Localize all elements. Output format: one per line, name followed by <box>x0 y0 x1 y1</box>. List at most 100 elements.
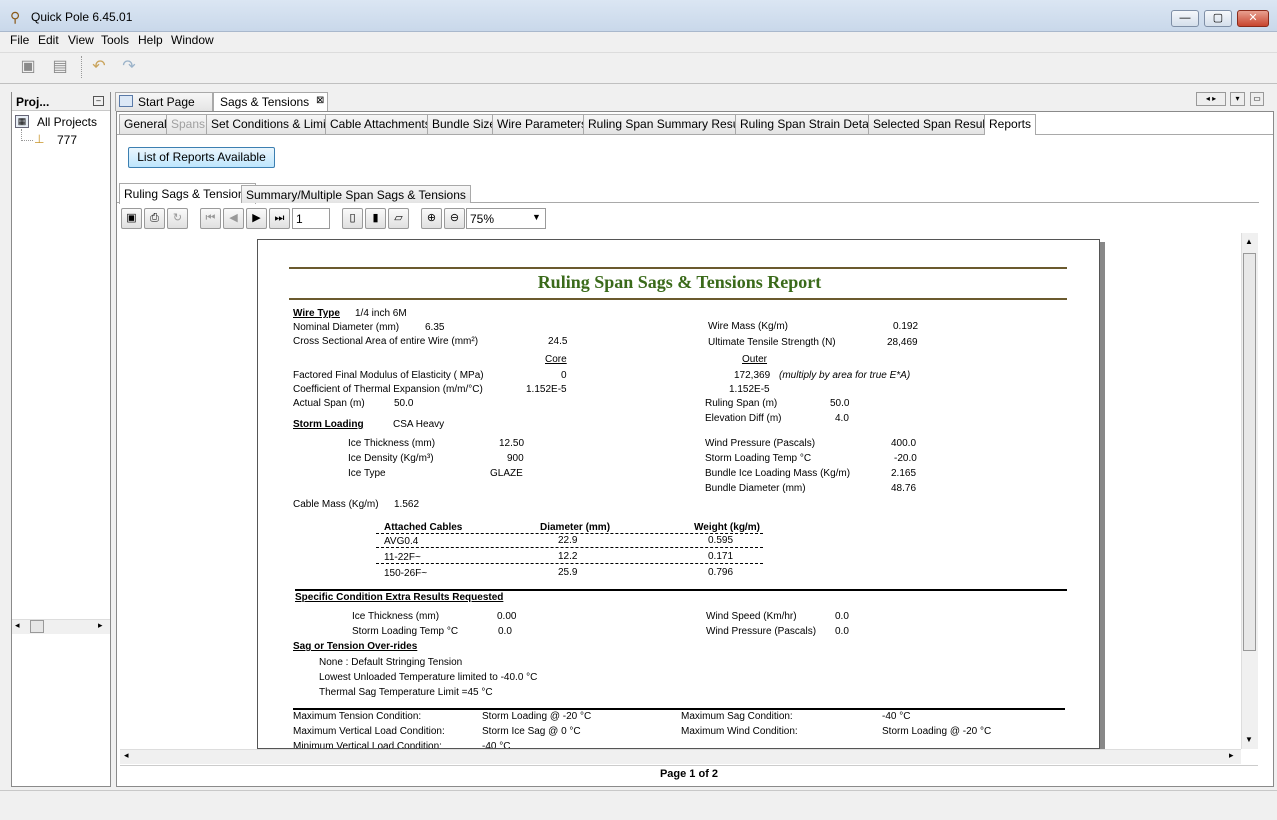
scroll-left-icon[interactable]: ◂ <box>15 620 20 631</box>
outer-heading: Outer <box>742 354 768 365</box>
menu-window[interactable]: Window <box>171 33 214 47</box>
viewer-print-icon[interactable]: ⎙ <box>144 208 165 229</box>
page-status: Page 1 of 2 <box>120 765 1258 783</box>
minimize-panel-icon[interactable]: – <box>93 96 104 106</box>
tab-wire-parameters[interactable]: Wire Parameters <box>492 114 593 134</box>
elevation-label: Elevation Diff (m) <box>705 413 782 424</box>
menu-file[interactable]: File <box>10 33 29 47</box>
cable-weight: 0.595 <box>708 535 734 546</box>
cables-header-name: Attached Cables <box>384 522 463 533</box>
storm-label: Storm Loading <box>293 419 364 430</box>
tab-ruling-span-summary[interactable]: Ruling Span Summary Results <box>583 114 757 134</box>
scroll-right-icon[interactable]: ▸ <box>98 620 103 631</box>
zoom-value: 75% <box>470 212 495 226</box>
tab-scroll-arrows-icon[interactable]: ◂ ▸ <box>1196 92 1226 106</box>
viewer-save-icon[interactable]: ▣ <box>121 208 142 229</box>
tab-reports[interactable]: Reports <box>984 114 1037 135</box>
ice-thickness-label: Ice Thickness (mm) <box>348 438 436 449</box>
tab-general[interactable]: General <box>119 114 172 134</box>
section-rule <box>295 589 1067 591</box>
save-all-icon[interactable]: ▤ <box>49 56 71 78</box>
scroll-up-icon[interactable]: ▲ <box>1245 237 1253 246</box>
storm-temp-label: Storm Loading Temp °C <box>705 453 812 464</box>
maximize-window-icon[interactable]: ▭ <box>1250 92 1264 106</box>
tab-sags-tensions[interactable]: Sags & Tensions <box>213 92 328 112</box>
zoom-in-icon[interactable]: ⊕ <box>421 208 442 229</box>
sc-ice-label: Ice Thickness (mm) <box>352 611 440 622</box>
tab-set-conditions[interactable]: Set Conditions & Limits <box>206 114 341 134</box>
continuous-page-icon[interactable]: ▱ <box>388 208 409 229</box>
specific-condition-heading: Specific Condition Extra Results Request… <box>295 592 504 603</box>
next-page-icon[interactable]: ▶ <box>246 208 267 229</box>
sc-wind-pressure-label: Wind Pressure (Pascals) <box>706 626 817 637</box>
actual-span-label: Actual Span (m) <box>293 398 365 409</box>
close-tab-icon[interactable]: ⊠ <box>316 95 324 106</box>
sc-ice: 0.00 <box>497 611 517 622</box>
save-icon[interactable]: ▣ <box>17 56 39 78</box>
scroll-down-icon[interactable]: ▼ <box>1245 735 1253 744</box>
sc-temp-label: Storm Loading Temp °C <box>352 626 459 637</box>
ice-density-label: Ice Density (Kg/m³) <box>348 453 434 464</box>
close-button[interactable]: ✕ <box>1237 10 1269 27</box>
bundle-diam: 48.76 <box>891 483 917 494</box>
projects-panel <box>11 92 111 787</box>
page-width-icon[interactable]: ▮ <box>365 208 386 229</box>
tree-item-all-projects[interactable]: All Projects <box>37 115 97 129</box>
cables-rule <box>376 547 763 548</box>
cables-header-diameter: Diameter (mm) <box>540 522 611 533</box>
redo-icon[interactable]: ↷ <box>118 56 140 78</box>
report-title: Ruling Span Sags & Tensions Report <box>537 272 822 292</box>
tab-list-dropdown-icon[interactable]: ▾ <box>1230 92 1245 106</box>
menu-view[interactable]: View <box>68 33 94 47</box>
bundle-diam-label: Bundle Diameter (mm) <box>705 483 806 494</box>
maximize-button[interactable]: ▢ <box>1204 10 1232 27</box>
cable-mass: 1.562 <box>394 499 420 510</box>
modulus-note: (multiply by area for true E*A) <box>779 370 911 381</box>
max-vertical: Storm Ice Sag @ 0 °C <box>482 726 581 737</box>
tab-ruling-span-strain[interactable]: Ruling Span Strain Details <box>735 114 886 134</box>
undo-icon[interactable]: ↶ <box>88 56 110 78</box>
viewer-v-scroll-thumb[interactable] <box>1243 253 1256 651</box>
scroll-right-arrow-icon[interactable]: ▸ <box>1229 750 1234 761</box>
ruling-span-label: Ruling Span (m) <box>705 398 778 409</box>
list-reports-button[interactable]: List of Reports Available <box>128 147 275 168</box>
tab-spans: Spans <box>166 114 211 134</box>
previous-page-icon[interactable]: ◀ <box>223 208 244 229</box>
tab-summary-multiple-span[interactable]: Summary/Multiple Span Sags & Tensions <box>241 185 471 203</box>
viewer-h-scrollbar[interactable] <box>120 749 1241 764</box>
cable-diameter: 25.9 <box>558 567 578 578</box>
menu-tools[interactable]: Tools <box>101 33 129 47</box>
ruling-span: 50.0 <box>830 398 850 409</box>
projects-h-scrollbar[interactable] <box>12 619 110 634</box>
page-number-input[interactable]: 1 <box>292 208 330 229</box>
minimize-button[interactable]: — <box>1171 10 1199 27</box>
min-vertical-label: Minimum Vertical Load Condition: <box>293 741 442 749</box>
core-heading: Core <box>545 354 567 365</box>
scroll-left-arrow-icon[interactable]: ◂ <box>124 750 129 761</box>
storm: CSA Heavy <box>393 419 445 430</box>
last-page-icon[interactable]: ⏭ <box>269 208 290 229</box>
tree-item-project[interactable]: 777 <box>57 133 77 147</box>
zoom-out-icon[interactable]: ⊖ <box>444 208 465 229</box>
tab-selected-span-results[interactable]: Selected Span Results <box>868 114 1000 134</box>
tab-ruling-sags[interactable]: Ruling Sags & Tensions <box>119 183 256 204</box>
chevron-down-icon[interactable]: ▼ <box>532 212 541 222</box>
status-bar <box>0 790 1277 820</box>
first-page-icon[interactable]: ⏮ <box>200 208 221 229</box>
single-page-icon[interactable]: ▯ <box>342 208 363 229</box>
cables-rule <box>376 533 763 534</box>
cable-name: 11-22F~ <box>384 552 421 563</box>
sc-wind-pressure: 0.0 <box>835 626 849 637</box>
tab-cable-attachments[interactable]: Cable Attachments <box>325 114 436 134</box>
projects-root-icon: ▦ <box>15 115 29 128</box>
override-line: Thermal Sag Temperature Limit =45 °C <box>319 687 493 698</box>
bundle-ice: 2.165 <box>891 468 917 479</box>
menu-help[interactable]: Help <box>138 33 163 47</box>
projects-scroll-thumb[interactable] <box>30 620 44 633</box>
tab-bundle-size[interactable]: Bundle Size <box>427 114 502 134</box>
menu-edit[interactable]: Edit <box>38 33 59 47</box>
modulus-label: Factored Final Modulus of Elasticity ( M… <box>293 370 484 381</box>
actual-span: 50.0 <box>394 398 414 409</box>
elevation: 4.0 <box>835 413 849 424</box>
viewer-refresh-icon[interactable]: ↻ <box>167 208 188 229</box>
